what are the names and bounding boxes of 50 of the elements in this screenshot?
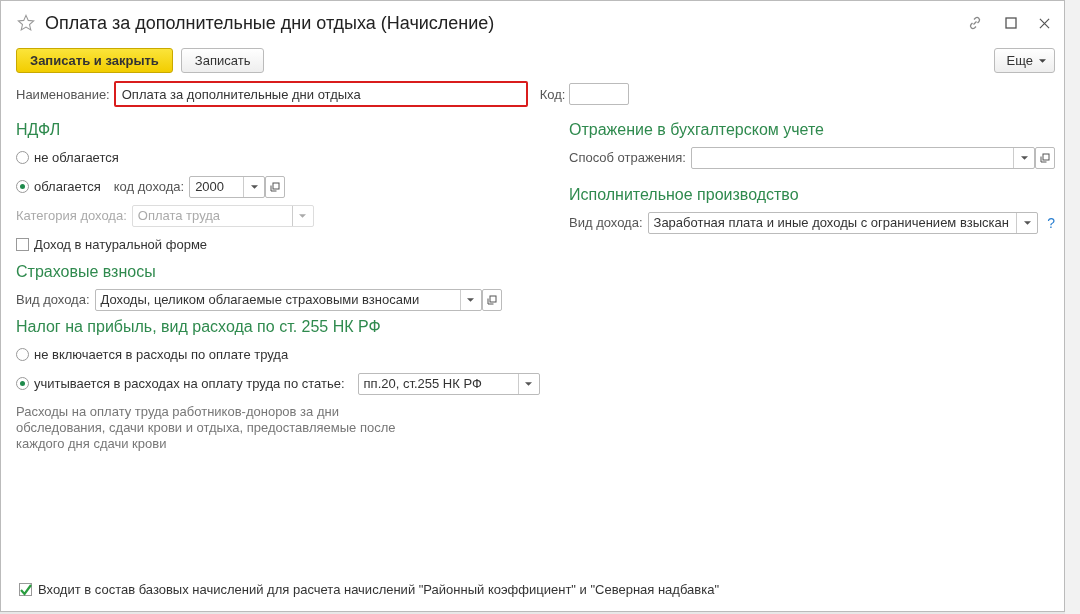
link-icon[interactable] (967, 15, 983, 31)
section-heading: НДФЛ (16, 121, 62, 139)
open-icon[interactable] (265, 175, 286, 198)
more-button[interactable]: Еще (993, 48, 1055, 73)
section-heading: Отражение в бухгалтерском учете (569, 121, 825, 139)
checkbox[interactable] (16, 238, 29, 251)
radio-label: не облагается (34, 150, 119, 165)
article-description: Расходы на оплату труда работников-доноров за дни обследования, сдачи крови и отдыха, предоставляемые после каждого дня сдачи крови (16, 404, 397, 452)
radio-label: не включается в расходы по оплате труда (34, 347, 289, 362)
income-code-label: код дохода: (113, 179, 185, 194)
income-type-field[interactable]: Заработная плата и иные доходы с ограничением взыскан (647, 211, 1039, 234)
radio-button[interactable] (16, 151, 29, 164)
radio-button[interactable] (16, 377, 29, 390)
radio-label: учитывается в расходах на оплату труда по статье: (34, 376, 345, 391)
income-category-label: Категория дохода: (16, 208, 127, 223)
caret-icon[interactable] (1023, 220, 1031, 225)
reflection-method-label: Способ отражения: (569, 150, 686, 165)
caret-icon (1039, 58, 1046, 63)
section-heading: Страховые взносы (16, 263, 157, 281)
radio-label: облагается (34, 179, 101, 194)
name-label: Наименование: (16, 86, 110, 102)
expense-article-field[interactable]: пп.20, ст.255 НК РФ (357, 372, 540, 395)
close-icon[interactable] (1039, 17, 1050, 29)
caret-icon[interactable] (467, 297, 475, 302)
caret-icon[interactable] (525, 381, 533, 386)
income-code-field[interactable]: 2000 (189, 175, 266, 198)
checkbox[interactable] (19, 583, 32, 596)
income-type-label: Вид дохода: (569, 215, 643, 230)
code-label: Код: (539, 86, 566, 102)
code-field[interactable] (569, 83, 630, 105)
caret-icon[interactable] (250, 184, 258, 189)
maximize-icon[interactable] (1005, 17, 1017, 29)
save-and-close-button[interactable]: Записать и закрыть (16, 48, 173, 73)
save-button[interactable]: Записать (180, 48, 265, 73)
section-heading: Налог на прибыль, вид расхода по ст. 255 НК РФ (16, 318, 382, 336)
income-type-label: Вид дохода: (16, 292, 90, 307)
reflection-method-field[interactable] (690, 146, 1035, 169)
star-icon[interactable] (17, 14, 35, 32)
open-icon[interactable] (481, 288, 502, 311)
radio-button[interactable] (16, 180, 29, 193)
open-icon[interactable] (1035, 146, 1055, 169)
window-title: Оплата за дополнительные дни отдыха (Начисление) (45, 12, 495, 34)
section-heading: Исполнительное производство (569, 186, 800, 204)
income-type-field[interactable]: Доходы, целиком облагаемые страховыми взносами (94, 288, 482, 311)
radio-button[interactable] (16, 348, 29, 361)
name-field[interactable]: Оплата за дополнительные дни отдыха (113, 81, 528, 107)
help-link[interactable]: ? (1047, 214, 1055, 231)
checkbox-label: Входит в состав базовых начислений для расчета начислений "Районный коэффициент" и "Северная надбавка" (38, 582, 720, 597)
caret-icon[interactable] (1020, 155, 1028, 160)
checkbox-label: Доход в натуральной форме (34, 237, 208, 252)
